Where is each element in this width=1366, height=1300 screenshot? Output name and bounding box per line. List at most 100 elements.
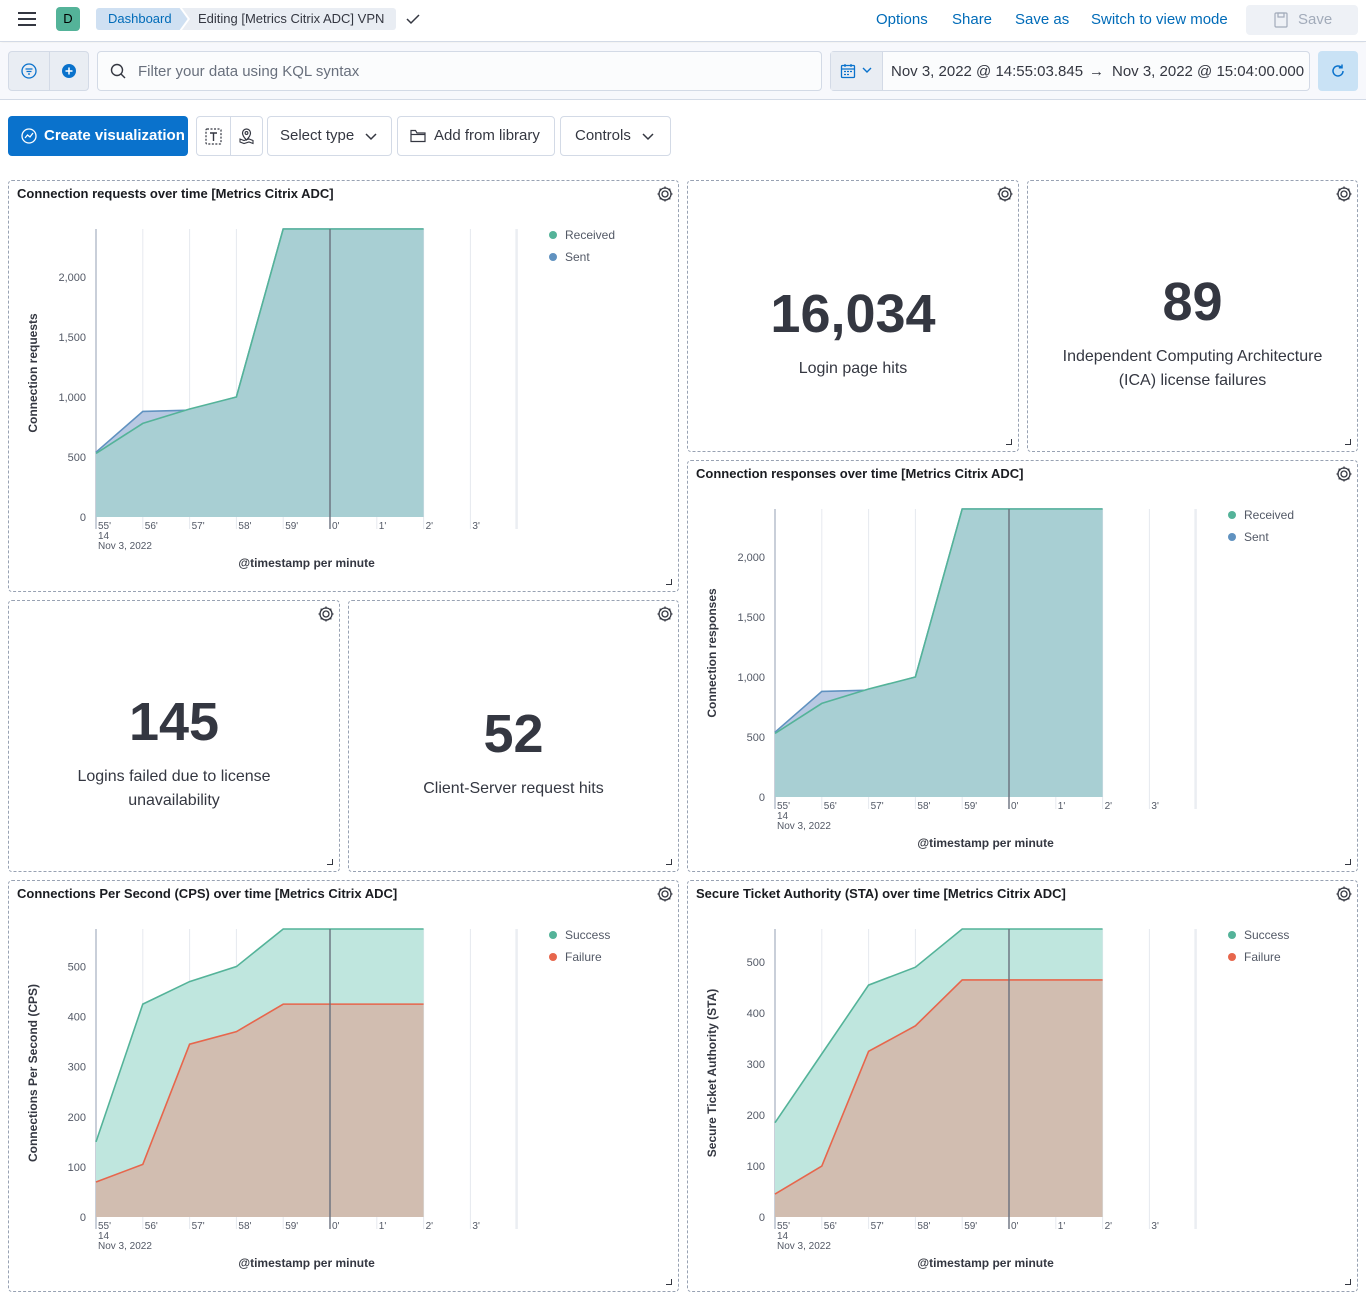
legend-item[interactable]: Success xyxy=(549,924,610,946)
chevron-down-icon xyxy=(365,133,377,141)
y-tick-label: 300 xyxy=(68,1062,86,1074)
metric-value: 52 xyxy=(483,704,544,764)
add-filter-icon[interactable] xyxy=(61,63,77,79)
y-tick-label: 100 xyxy=(68,1162,86,1174)
options-link[interactable]: Options xyxy=(876,11,928,28)
chart-legend: Success Failure xyxy=(1228,924,1289,968)
y-tick-label: 2,000 xyxy=(737,552,765,564)
y-tick-label: 500 xyxy=(68,452,86,464)
x-tick-label: 2' xyxy=(426,1221,434,1232)
y-tick-label: 400 xyxy=(68,1012,86,1024)
text-markdown-icon[interactable] xyxy=(205,128,222,145)
y-tick-label: 500 xyxy=(68,962,86,974)
check-icon[interactable] xyxy=(404,10,422,28)
y-tick-label: 0 xyxy=(759,792,765,804)
end-date[interactable]: Nov 3, 2022 @ 15:04:00.000 xyxy=(1112,63,1304,80)
space-avatar[interactable]: D xyxy=(56,7,80,31)
connection-responses-panel: Connection responses over time [Metrics … xyxy=(687,460,1358,872)
save-button[interactable]: Save xyxy=(1246,5,1358,35)
metric-label: Independent Computing Architecture (ICA)… xyxy=(1062,348,1323,389)
resize-handle[interactable] xyxy=(1345,439,1351,445)
x-tick-label: 0' xyxy=(1011,1221,1019,1232)
gear-icon[interactable] xyxy=(1334,184,1354,204)
legend-item[interactable]: Received xyxy=(549,224,615,246)
save-icon xyxy=(1274,12,1288,28)
refresh-button[interactable] xyxy=(1318,51,1358,91)
y-tick-label: 2,000 xyxy=(58,272,86,284)
x-tick-label: 3' xyxy=(472,1221,480,1232)
x-tick-label: 59' xyxy=(285,1221,298,1232)
legend-label: Sent xyxy=(1244,530,1269,544)
y-tick-label: 100 xyxy=(747,1161,765,1173)
create-visualization-label: Create visualization xyxy=(44,127,185,144)
arrow-right-icon: → xyxy=(1089,63,1104,80)
chevron-down-icon xyxy=(642,133,654,141)
x-tick-label: 3' xyxy=(472,521,480,532)
legend-item[interactable]: Sent xyxy=(549,246,615,268)
start-date[interactable]: Nov 3, 2022 @ 14:55:03.845 xyxy=(891,63,1083,80)
legend-dot xyxy=(1228,533,1236,541)
share-link[interactable]: Share xyxy=(952,11,992,28)
x-tick-label: 56' xyxy=(145,521,158,532)
folder-icon xyxy=(410,129,426,143)
x-sub-label: Nov 3, 2022 xyxy=(98,541,152,552)
controls-label: Controls xyxy=(575,127,631,144)
x-tick-label: 57' xyxy=(192,521,205,532)
switch-view-mode-link[interactable]: Switch to view mode xyxy=(1091,11,1228,28)
menu-icon[interactable] xyxy=(18,12,36,26)
y-tick-label: 300 xyxy=(747,1059,765,1071)
legend-label: Received xyxy=(565,228,616,242)
ica-license-failures-panel: 89 Independent Computing Architecture (I… xyxy=(1027,180,1358,452)
gear-icon[interactable] xyxy=(655,604,675,624)
resize-handle[interactable] xyxy=(1006,439,1012,445)
add-from-library-button[interactable]: Add from library xyxy=(397,116,555,156)
x-tick-label: 58' xyxy=(238,521,251,532)
y-tick-label: 400 xyxy=(747,1008,765,1020)
gear-icon[interactable] xyxy=(995,184,1015,204)
x-axis-title: @timestamp per minute xyxy=(238,1256,375,1270)
y-tick-label: 500 xyxy=(747,957,765,969)
query-bar: Filter your data using KQL syntax Nov 3,… xyxy=(0,43,1366,100)
x-tick-label: 2' xyxy=(426,521,434,532)
date-picker[interactable]: Nov 3, 2022 @ 14:55:03.845 → Nov 3, 2022… xyxy=(830,51,1310,91)
x-tick-label: 3' xyxy=(1151,801,1159,812)
x-tick-label: 3' xyxy=(1151,1221,1159,1232)
resize-handle[interactable] xyxy=(327,859,333,865)
legend-dot xyxy=(1228,931,1236,939)
resize-handle[interactable] xyxy=(666,859,672,865)
series-area-received xyxy=(775,509,1103,797)
gear-icon[interactable] xyxy=(316,604,336,624)
series-area-received xyxy=(96,229,424,517)
top-nav-bar: D Dashboard Editing [Metrics Citrix ADC]… xyxy=(0,0,1366,42)
chart-legend: Success Failure xyxy=(549,924,610,968)
kql-search-input[interactable]: Filter your data using KQL syntax xyxy=(97,51,822,91)
legend-item[interactable]: Success xyxy=(1228,924,1289,946)
x-tick-label: 56' xyxy=(145,1221,158,1232)
y-tick-label: 500 xyxy=(747,732,765,744)
legend-item[interactable]: Received xyxy=(1228,504,1294,526)
metric-label: Logins failed due to license unavailabil… xyxy=(77,768,271,809)
save-as-link[interactable]: Save as xyxy=(1015,11,1069,28)
legend-dot xyxy=(549,253,557,261)
x-tick-label: 56' xyxy=(824,1221,837,1232)
legend-item[interactable]: Failure xyxy=(549,946,610,968)
dashboard-toolbar: Create visualization Select type Add fro… xyxy=(0,100,1366,174)
y-tick-label: 200 xyxy=(68,1112,86,1124)
y-tick-label: 1,000 xyxy=(58,392,86,404)
select-type-button[interactable]: Select type xyxy=(267,116,392,156)
select-type-label: Select type xyxy=(280,127,355,144)
legend-item[interactable]: Sent xyxy=(1228,526,1294,548)
legend-dot xyxy=(549,931,557,939)
x-tick-label: 1' xyxy=(1058,1221,1066,1232)
quick-add-buttons xyxy=(196,116,263,156)
x-sub-label: Nov 3, 2022 xyxy=(98,1241,152,1252)
chevron-down-icon xyxy=(862,67,872,73)
create-visualization-button[interactable]: Create visualization xyxy=(8,116,188,156)
filter-icon[interactable] xyxy=(21,63,37,79)
quick-menu-button[interactable] xyxy=(831,52,883,90)
legend-item[interactable]: Failure xyxy=(1228,946,1289,968)
controls-button[interactable]: Controls xyxy=(560,116,671,156)
filter-buttons xyxy=(8,51,89,91)
breadcrumb-dashboard[interactable]: Dashboard xyxy=(96,8,188,30)
maps-icon[interactable] xyxy=(238,128,255,145)
